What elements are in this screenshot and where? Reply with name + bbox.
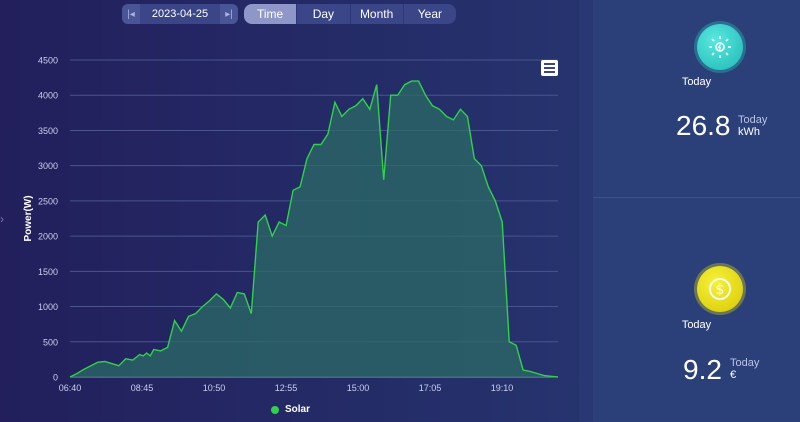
tab-day[interactable]: Day [297, 4, 351, 24]
y-tick-label: 2500 [38, 196, 58, 206]
y-tick-label: 1000 [38, 302, 58, 312]
sun-icon [697, 24, 743, 70]
series-area-solar [70, 81, 558, 377]
power-chart: 0 500 1000 1500 2000 2500 3000 3500 4000 4500 06:4… [23, 56, 559, 393]
y-tick-label: 1500 [38, 267, 58, 277]
energy-sub-label: Today [738, 114, 768, 126]
x-tick-label: 15:00 [347, 383, 370, 393]
energy-value: 26.8 [676, 110, 731, 141]
tab-year[interactable]: Year [404, 4, 456, 24]
y-tick-label: 4500 [38, 56, 58, 66]
chart-legend[interactable]: Solar [271, 404, 310, 415]
revenue-unit: € [730, 369, 737, 381]
date-display[interactable]: 2023-04-25 [140, 8, 220, 20]
x-tick-label: 10:50 [203, 383, 226, 393]
revenue-sub: Today € [730, 357, 759, 381]
skip-back-icon[interactable]: |◂ [122, 4, 140, 24]
y-tick-label: 3500 [38, 126, 58, 136]
revenue-value: 9.2 [683, 354, 722, 385]
panel-divider [579, 0, 593, 422]
x-tick-label: 17:05 [419, 383, 442, 393]
y-axis-label: Power(W) [23, 195, 34, 241]
energy-sub: Today kWh [738, 114, 767, 138]
period-tabs: Time Day Month Year [244, 4, 456, 24]
chart-menu-icon[interactable] [541, 60, 558, 76]
y-tick-label: 2000 [38, 232, 58, 242]
dollar-icon: $ [697, 266, 743, 312]
y-tick-label: 500 [43, 337, 58, 347]
revenue-sub-label: Today [730, 357, 760, 369]
summary-panel: Today 26.8 Today kWh $ Today 9.2 Today € [593, 0, 800, 422]
x-tick-label: 12:55 [275, 383, 298, 393]
y-tick-label: 4000 [38, 91, 58, 101]
panel-separator [593, 197, 800, 198]
svg-text:$: $ [716, 282, 725, 298]
tab-time[interactable]: Time [244, 4, 298, 24]
y-tick-label: 3000 [38, 161, 58, 171]
date-navigator: |◂ 2023-04-25 ▸| [122, 4, 238, 24]
revenue-today-label: Today [681, 319, 712, 331]
energy-today-label: Today [681, 76, 712, 88]
legend-swatch [271, 405, 279, 414]
x-tick-label: 19:10 [491, 383, 514, 393]
tab-month[interactable]: Month [351, 4, 404, 24]
y-tick-label: 0 [53, 373, 58, 383]
skip-forward-icon[interactable]: ▸| [220, 4, 238, 24]
energy-unit: kWh [738, 126, 760, 138]
x-tick-label: 08:45 [131, 383, 154, 393]
legend-label-solar: Solar [285, 404, 311, 415]
x-tick-label: 06:40 [59, 383, 82, 393]
